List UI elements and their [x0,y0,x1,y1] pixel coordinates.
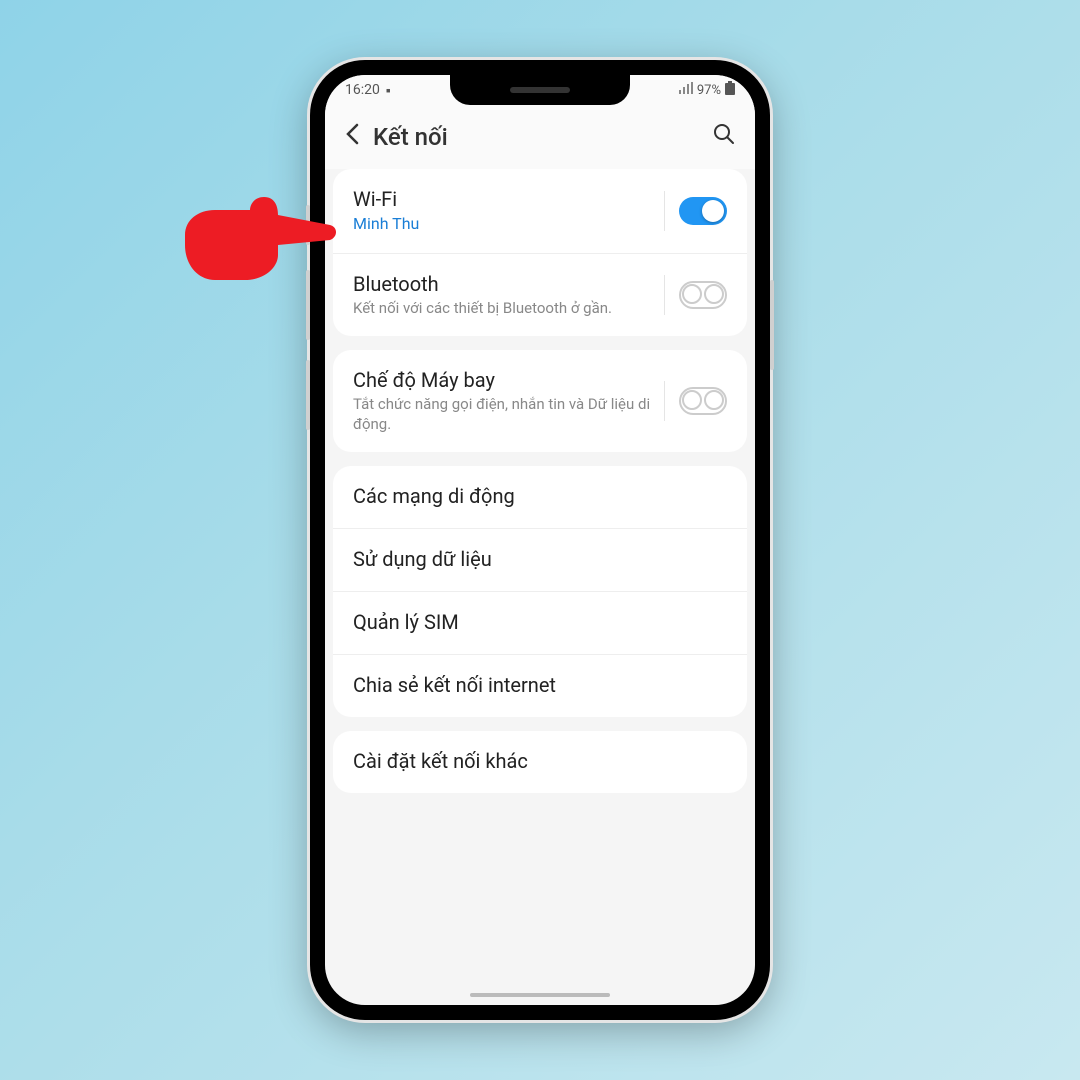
data-usage-row[interactable]: Sử dụng dữ liệu [333,529,747,592]
pointer-hand-annotation [180,185,340,309]
phone-screen: 16:20 ▪ 97% Kết nối [325,75,755,1005]
status-indicator-icon: ▪ [386,82,391,99]
internet-sharing-label: Chia sẻ kết nối internet [353,673,727,697]
page-title: Kết nối [373,123,448,151]
signal-icon [679,82,693,98]
card-other: Cài đặt kết nối khác [333,731,747,793]
airplane-toggle[interactable] [679,387,727,415]
card-wireless: Wi-Fi Minh Thu Bluetooth Kết nối với các… [333,169,747,336]
phone-notch [450,75,630,105]
status-time: 16:20 [345,82,380,98]
data-usage-label: Sử dụng dữ liệu [353,547,727,571]
battery-icon [725,81,735,99]
wifi-row[interactable]: Wi-Fi Minh Thu [333,169,747,254]
other-settings-label: Cài đặt kết nối khác [353,749,727,773]
home-indicator[interactable] [470,993,610,997]
card-network: Các mạng di động Sử dụng dữ liệu Quản lý… [333,466,747,717]
internet-sharing-row[interactable]: Chia sẻ kết nối internet [333,655,747,717]
wifi-toggle[interactable] [679,197,727,225]
back-button[interactable] [345,123,359,151]
wifi-network-name: Minh Thu [353,213,664,235]
mobile-networks-label: Các mạng di động [353,484,727,508]
card-airplane: Chế độ Máy bay Tắt chức năng gọi điện, n… [333,350,747,453]
settings-content: Wi-Fi Minh Thu Bluetooth Kết nối với các… [325,169,755,793]
battery-percent: 97% [697,83,721,98]
other-connection-settings-row[interactable]: Cài đặt kết nối khác [333,731,747,793]
phone-frame: 16:20 ▪ 97% Kết nối [310,60,770,1020]
mobile-networks-row[interactable]: Các mạng di động [333,466,747,529]
power-button [770,280,774,370]
bluetooth-desc: Kết nối với các thiết bị Bluetooth ở gần… [353,298,664,318]
wifi-label: Wi-Fi [353,187,664,211]
bluetooth-label: Bluetooth [353,272,664,296]
speaker [510,87,570,93]
volume-down-button [306,360,310,430]
bluetooth-row[interactable]: Bluetooth Kết nối với các thiết bị Bluet… [333,254,747,336]
airplane-mode-row[interactable]: Chế độ Máy bay Tắt chức năng gọi điện, n… [333,350,747,453]
search-button[interactable] [713,123,735,151]
airplane-label: Chế độ Máy bay [353,368,664,392]
airplane-desc: Tắt chức năng gọi điện, nhắn tin và Dữ l… [353,394,664,435]
header: Kết nối [325,105,755,169]
bluetooth-toggle[interactable] [679,281,727,309]
sim-management-label: Quản lý SIM [353,610,727,634]
sim-management-row[interactable]: Quản lý SIM [333,592,747,655]
